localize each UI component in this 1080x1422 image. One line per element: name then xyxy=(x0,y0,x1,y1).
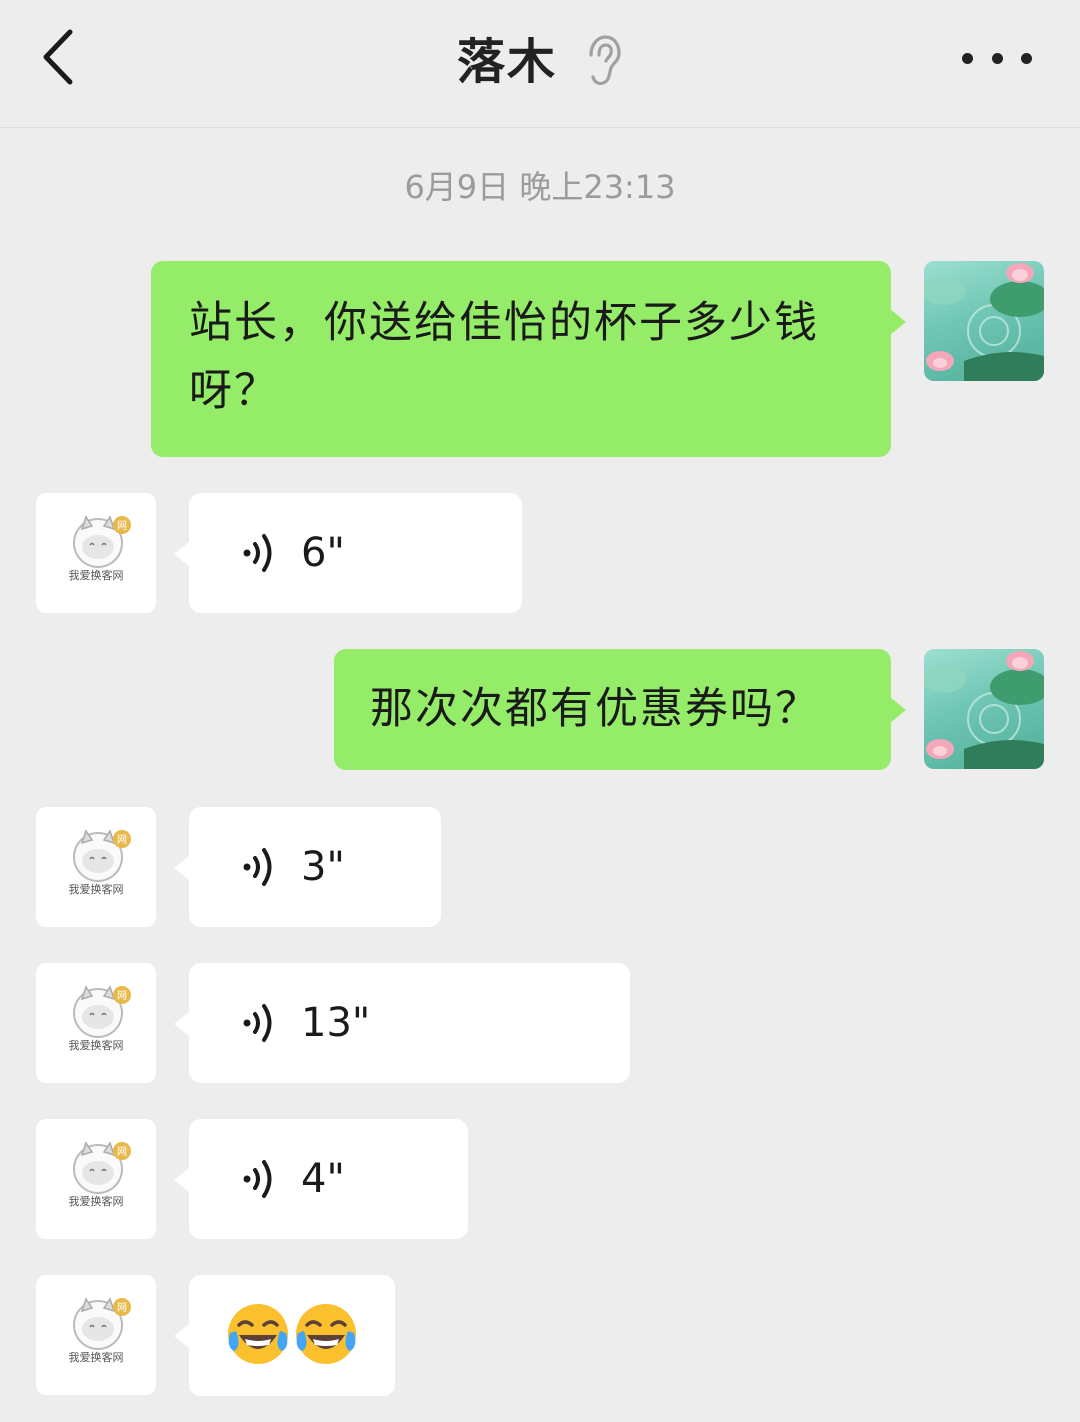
voice-wave-icon xyxy=(243,1160,272,1198)
more-options-button[interactable] xyxy=(962,36,1032,80)
voice-content: 4" xyxy=(241,1119,345,1239)
cat-logo-icon: 网 我爱换客网 xyxy=(69,829,131,896)
voice-wave-icon xyxy=(243,1004,272,1042)
logo-badge: 网 xyxy=(117,834,127,846)
message-bubble-sent[interactable]: 那次次都有优惠券吗？ xyxy=(334,649,906,770)
my-avatar[interactable] xyxy=(924,649,1044,769)
voice-duration: 13" xyxy=(301,1000,371,1046)
logo-text: 我爱换客网 xyxy=(69,568,124,582)
logo-text: 我爱换客网 xyxy=(69,1350,124,1364)
voice-duration: 6" xyxy=(301,530,345,576)
my-avatar[interactable] xyxy=(924,261,1044,381)
voice-message-bubble[interactable]: 13" xyxy=(174,963,630,1083)
logo-text: 我爱换客网 xyxy=(69,882,124,896)
voice-duration: 4" xyxy=(301,1156,345,1202)
contact-avatar[interactable]: 网 我爱换客网 xyxy=(36,963,156,1083)
message-text: 那次次都有优惠券吗？ xyxy=(370,684,820,734)
logo-badge: 网 xyxy=(117,990,127,1002)
logo-text: 我爱换客网 xyxy=(69,1038,124,1052)
more-dot xyxy=(962,52,973,64)
contact-avatar[interactable]: 网 我爱换客网 xyxy=(36,493,156,613)
logo-text: 我爱换客网 xyxy=(69,1194,124,1208)
message-text: 站长，你送给佳怡的杯子多少钱呀？ xyxy=(189,298,819,416)
voice-content: 3" xyxy=(241,807,345,927)
voice-wave-icon xyxy=(243,848,272,886)
cat-logo-icon: 网 我爱换客网 xyxy=(69,1141,131,1208)
message-timestamp: 6月9日 晚上23:13 xyxy=(404,168,676,206)
message-bubble-sent[interactable]: 站长，你送给佳怡的杯子多少钱呀？ xyxy=(151,261,906,457)
logo-badge: 网 xyxy=(117,1146,127,1158)
logo-badge: 网 xyxy=(117,1302,127,1314)
logo-badge: 网 xyxy=(117,520,127,532)
voice-wave-icon xyxy=(243,534,272,572)
lotus-pond-image xyxy=(924,263,1044,381)
lotus-pond-image xyxy=(924,651,1044,769)
cat-logo-icon: 网 我爱换客网 xyxy=(69,985,131,1052)
contact-avatar[interactable]: 网 我爱换客网 xyxy=(36,1119,156,1239)
tears-of-joy-icon xyxy=(228,1304,288,1364)
voice-duration: 3" xyxy=(301,844,345,890)
voice-content: 13" xyxy=(241,963,370,1083)
chat-header: 落木 xyxy=(0,0,1080,128)
voice-message-bubble[interactable]: 6" xyxy=(174,493,522,613)
voice-message-bubble[interactable]: 3" xyxy=(174,807,441,927)
chat-title: 落木 xyxy=(456,34,557,90)
contact-avatar[interactable]: 网 我爱换客网 xyxy=(36,807,156,927)
more-dot xyxy=(991,52,1003,64)
voice-message-bubble[interactable]: 4" xyxy=(174,1119,468,1239)
ear-icon xyxy=(589,35,621,86)
voice-content: 6" xyxy=(241,493,345,613)
emoji-message-bubble[interactable] xyxy=(174,1275,395,1396)
more-dot xyxy=(1021,52,1032,64)
title-area: 落木 xyxy=(0,22,1080,92)
tears-of-joy-icon xyxy=(296,1304,356,1364)
cat-logo-icon: 网 我爱换客网 xyxy=(69,515,131,582)
cat-logo-icon: 网 我爱换客网 xyxy=(69,1297,131,1364)
contact-avatar[interactable]: 网 我爱换客网 xyxy=(36,1275,156,1395)
emoji-content xyxy=(225,1301,361,1367)
